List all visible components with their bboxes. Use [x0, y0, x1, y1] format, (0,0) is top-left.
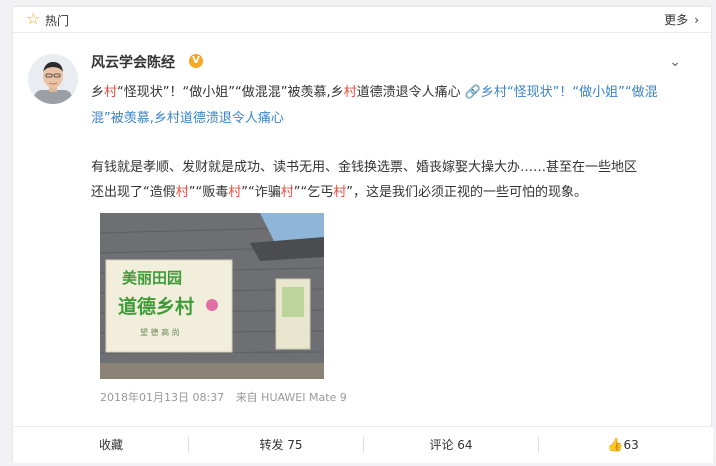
post-text-segment: 乡: [91, 85, 105, 100]
verified-icon: V: [189, 54, 203, 68]
divider: [188, 437, 189, 453]
thumbs-up-icon: 👍: [607, 438, 624, 453]
divider: [538, 437, 539, 453]
image-caption-2: 道德乡村: [118, 295, 194, 318]
post-timestamp[interactable]: 2018年01月13日 08:37: [100, 391, 224, 404]
post-text-segment: 村: [343, 85, 357, 100]
avatar-photo: [28, 54, 78, 104]
topic-link-text[interactable]: 🔗乡: [465, 85, 494, 100]
post-text-segment: 村: [175, 185, 189, 200]
post-body-line-1: 有钱就是孝顺、发财就是成功、读书无用、金钱换选票、婚丧嫁娶大操大办……甚至在一些…: [91, 156, 637, 175]
post-text-segment: 村: [104, 85, 118, 100]
image-caption-3: 望 德 高 尚: [140, 327, 180, 337]
divider: [363, 437, 364, 453]
post-image[interactable]: 美丽田园 道德乡村 望 德 高 尚: [100, 213, 324, 379]
post-meta: 2018年01月13日 08:37 来自 HUAWEI Mate 9: [100, 389, 355, 405]
topic-link-text[interactable]: 混”被羡慕,乡: [91, 111, 167, 126]
post-text-segment: “怪现状”！“做小姐”“做混混”被羡慕,乡: [117, 85, 344, 100]
post-text-segment: 村: [228, 185, 242, 200]
repost-button[interactable]: 转发 75: [231, 427, 331, 463]
weibo-card: ☆ 热门 更多 › 风云学会陈经 V ⌄ 乡村“怪现状”！“做小姐”“做混混”被羡…: [12, 6, 713, 463]
hot-header: ☆ 热门 更多 ›: [13, 7, 713, 33]
avatar[interactable]: [28, 54, 78, 104]
post-text-segment: ”“诈骗: [241, 185, 281, 200]
post-text-segment: 有钱就是孝顺、发财就是成功、读书无用、金钱换选票、婚丧嫁娶大操大办……甚至在一些…: [91, 160, 638, 175]
post-text-segment: 还出现了“造假: [91, 185, 176, 200]
favorite-button[interactable]: 收藏: [61, 427, 161, 463]
topic-link-text[interactable]: “怪现状”！“做小姐”“做混: [507, 85, 658, 100]
post-text-segment: ”“乞丐: [293, 185, 334, 200]
like-count: 63: [623, 438, 639, 452]
more-link[interactable]: 更多 ›: [664, 11, 699, 28]
post-text-segment: 村: [333, 185, 347, 200]
post-body-line-2: 还出现了“造假村”“贩毒村”“诈骗村”“乞丐村”，这是我们必须正视的一些可怕的现…: [91, 181, 587, 200]
post-source: 来自 HUAWEI Mate 9: [235, 391, 347, 404]
post-text-segment: ”“贩毒: [188, 185, 229, 200]
post-text-segment: 村: [280, 185, 294, 200]
post-text-segment: 道德溃退令人痛心: [356, 85, 465, 100]
chevron-down-icon[interactable]: ⌄: [669, 54, 681, 70]
comment-button[interactable]: 评论 64: [401, 427, 501, 463]
post-text-segment: ”，这是我们必须正视的一些可怕的现象。: [346, 185, 588, 200]
like-button[interactable]: 👍63: [573, 427, 673, 463]
post-title-line-1: 乡村“怪现状”！“做小姐”“做混混”被羡慕,乡村道德溃退令人痛心 🔗乡村“怪现状…: [91, 81, 658, 100]
topic-link-text[interactable]: 村: [494, 85, 507, 100]
post-title-line-2: 混”被羡慕,乡村道德溃退令人痛心: [91, 107, 284, 126]
author-name[interactable]: 风云学会陈经: [91, 52, 175, 72]
topic-link-text[interactable]: 村: [167, 111, 180, 126]
star-icon: ☆: [26, 9, 41, 28]
action-bar: 收藏 转发 75 评论 64 👍63: [13, 426, 713, 463]
image-caption-1: 美丽田园: [122, 269, 182, 287]
chevron-right-icon: ›: [694, 13, 699, 27]
topic-link-text[interactable]: 道德溃退令人痛心: [180, 111, 284, 126]
hot-label: 热门: [45, 14, 70, 28]
